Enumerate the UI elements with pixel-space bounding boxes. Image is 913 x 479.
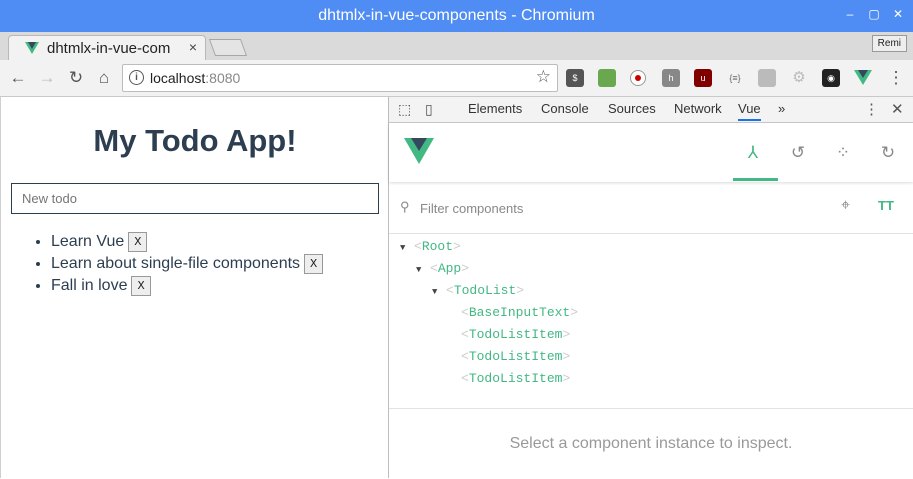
maximize-icon[interactable]: ▢ xyxy=(867,6,881,22)
address-bar[interactable]: i localhost:8080 ☆ xyxy=(122,64,558,92)
bookmark-star-icon[interactable]: ☆ xyxy=(536,67,551,87)
chrome-menu-icon[interactable]: ⋮ xyxy=(886,68,906,88)
inspect-placeholder-message: Select a component instance to inspect. xyxy=(509,435,793,452)
todo-item: Fall in loveX xyxy=(51,275,323,297)
extension-json-icon[interactable]: {≡} xyxy=(726,69,744,87)
window-title-bar: dhtmlx-in-vue-components - Chromium – ▢ … xyxy=(0,0,913,32)
reload-icon[interactable]: ↻ xyxy=(66,68,86,88)
more-tabs-icon[interactable]: » xyxy=(778,101,785,116)
home-icon[interactable]: ⌂ xyxy=(94,68,114,88)
tab-network[interactable]: Network xyxy=(674,101,722,116)
search-icon: ⚲ xyxy=(400,199,410,214)
tab-close-icon[interactable]: × xyxy=(189,39,197,55)
tab-title: dhtmlx-in-vue-com xyxy=(47,40,171,57)
refresh-icon[interactable]: ↻ xyxy=(877,143,899,163)
tree-node-todolistitem[interactable]: <TodoListItem> xyxy=(461,368,570,390)
history-icon[interactable]: ↺ xyxy=(787,143,809,163)
tab-sources[interactable]: Sources xyxy=(608,101,656,116)
events-grid-icon[interactable]: ⁘ xyxy=(832,143,854,163)
window-title: dhtmlx-in-vue-components - Chromium xyxy=(318,7,595,24)
vue-logo-icon xyxy=(404,138,434,164)
back-icon[interactable]: ← xyxy=(8,68,28,88)
page-viewport: My Todo App! Learn VueX Learn about sing… xyxy=(0,97,389,478)
select-component-crosshair-icon[interactable]: ⌖ xyxy=(841,197,850,215)
tree-node-baseinputtext[interactable]: <BaseInputText> xyxy=(461,302,578,324)
vue-devtools-header: ⅄ ↺ ⁘ ↻ xyxy=(389,123,913,182)
extension-vue-icon[interactable] xyxy=(854,70,872,85)
devtools-panel: ⬚ ▯ Elements Console Sources Network Vue… xyxy=(389,97,913,478)
todo-text: Fall in love xyxy=(51,277,128,294)
collapse-arrow-icon[interactable]: ▼ xyxy=(416,259,430,281)
collapse-arrow-icon[interactable]: ▼ xyxy=(400,237,414,259)
profile-badge[interactable]: Remi xyxy=(871,35,907,52)
devtools-tab-bar: ⬚ ▯ Elements Console Sources Network Vue… xyxy=(389,97,913,123)
tree-node-todolist[interactable]: ▼ <TodoList> xyxy=(432,280,524,302)
remove-todo-button[interactable]: X xyxy=(131,275,151,296)
tree-node-app[interactable]: ▼ <App> xyxy=(416,258,469,280)
todo-text: Learn about single-file components xyxy=(51,255,301,272)
site-info-icon[interactable]: i xyxy=(129,70,144,85)
new-tab-button[interactable] xyxy=(208,39,248,56)
extension-green-icon[interactable] xyxy=(598,69,616,87)
tab-vue[interactable]: Vue xyxy=(738,101,761,121)
tree-node-todolistitem[interactable]: <TodoListItem> xyxy=(461,324,570,346)
inspect-element-icon[interactable]: ⬚ xyxy=(398,101,411,118)
todo-item: Learn about single-file componentsX xyxy=(51,253,324,275)
todo-list: Learn VueX Learn about single-file compo… xyxy=(11,231,324,297)
extension-record-icon[interactable] xyxy=(630,70,646,86)
forward-icon[interactable]: → xyxy=(37,68,57,88)
todo-item: Learn VueX xyxy=(51,231,323,253)
tab-strip: dhtmlx-in-vue-com × Remi xyxy=(0,32,913,61)
minimize-icon[interactable]: – xyxy=(843,6,857,22)
url-host: localhost xyxy=(150,70,206,86)
todo-text: Learn Vue xyxy=(51,233,125,250)
remove-todo-button[interactable]: X xyxy=(304,253,324,274)
collapse-arrow-icon[interactable]: ▼ xyxy=(432,281,446,303)
devtools-close-icon[interactable]: ✕ xyxy=(891,100,904,118)
browser-toolbar: ← → ↻ ⌂ i localhost:8080 ☆ $ h u {≡} ⚙ ◉… xyxy=(0,60,913,97)
extension-jquery-icon[interactable]: $ xyxy=(566,69,584,87)
vue-favicon-icon xyxy=(25,42,39,54)
extension-ublock-icon[interactable]: u xyxy=(694,69,712,87)
new-todo-input[interactable] xyxy=(11,183,379,214)
extension-gear-icon[interactable]: ⚙ xyxy=(790,69,808,87)
components-tree-icon[interactable]: ⅄ xyxy=(742,143,764,163)
filter-components-input[interactable]: Filter components xyxy=(420,201,523,216)
devtools-menu-icon[interactable]: ⋮ xyxy=(864,100,879,118)
extension-camera-icon[interactable]: ◉ xyxy=(822,69,840,87)
filter-bar: ⚲ Filter components ⌖ TT xyxy=(389,183,913,234)
tab-console[interactable]: Console xyxy=(541,101,589,116)
tree-node-todolistitem[interactable]: <TodoListItem> xyxy=(461,346,570,368)
remove-todo-button[interactable]: X xyxy=(128,231,148,252)
tab-elements[interactable]: Elements xyxy=(468,101,522,116)
format-names-icon[interactable]: TT xyxy=(878,198,894,213)
active-tool-underline xyxy=(733,178,778,181)
close-window-icon[interactable]: ✕ xyxy=(891,6,905,22)
browser-tab[interactable]: dhtmlx-in-vue-com × xyxy=(8,35,206,61)
extension-h-icon[interactable]: h xyxy=(662,69,680,87)
url-text: localhost:8080 xyxy=(150,70,240,86)
extension-grey-icon[interactable] xyxy=(758,69,776,87)
device-toolbar-icon[interactable]: ▯ xyxy=(425,101,433,118)
inspector-pane: Select a component instance to inspect. xyxy=(389,408,913,479)
url-port: :8080 xyxy=(205,70,241,86)
tree-node-root[interactable]: ▼ <Root> xyxy=(400,236,461,258)
page-title: My Todo App! xyxy=(93,123,297,158)
